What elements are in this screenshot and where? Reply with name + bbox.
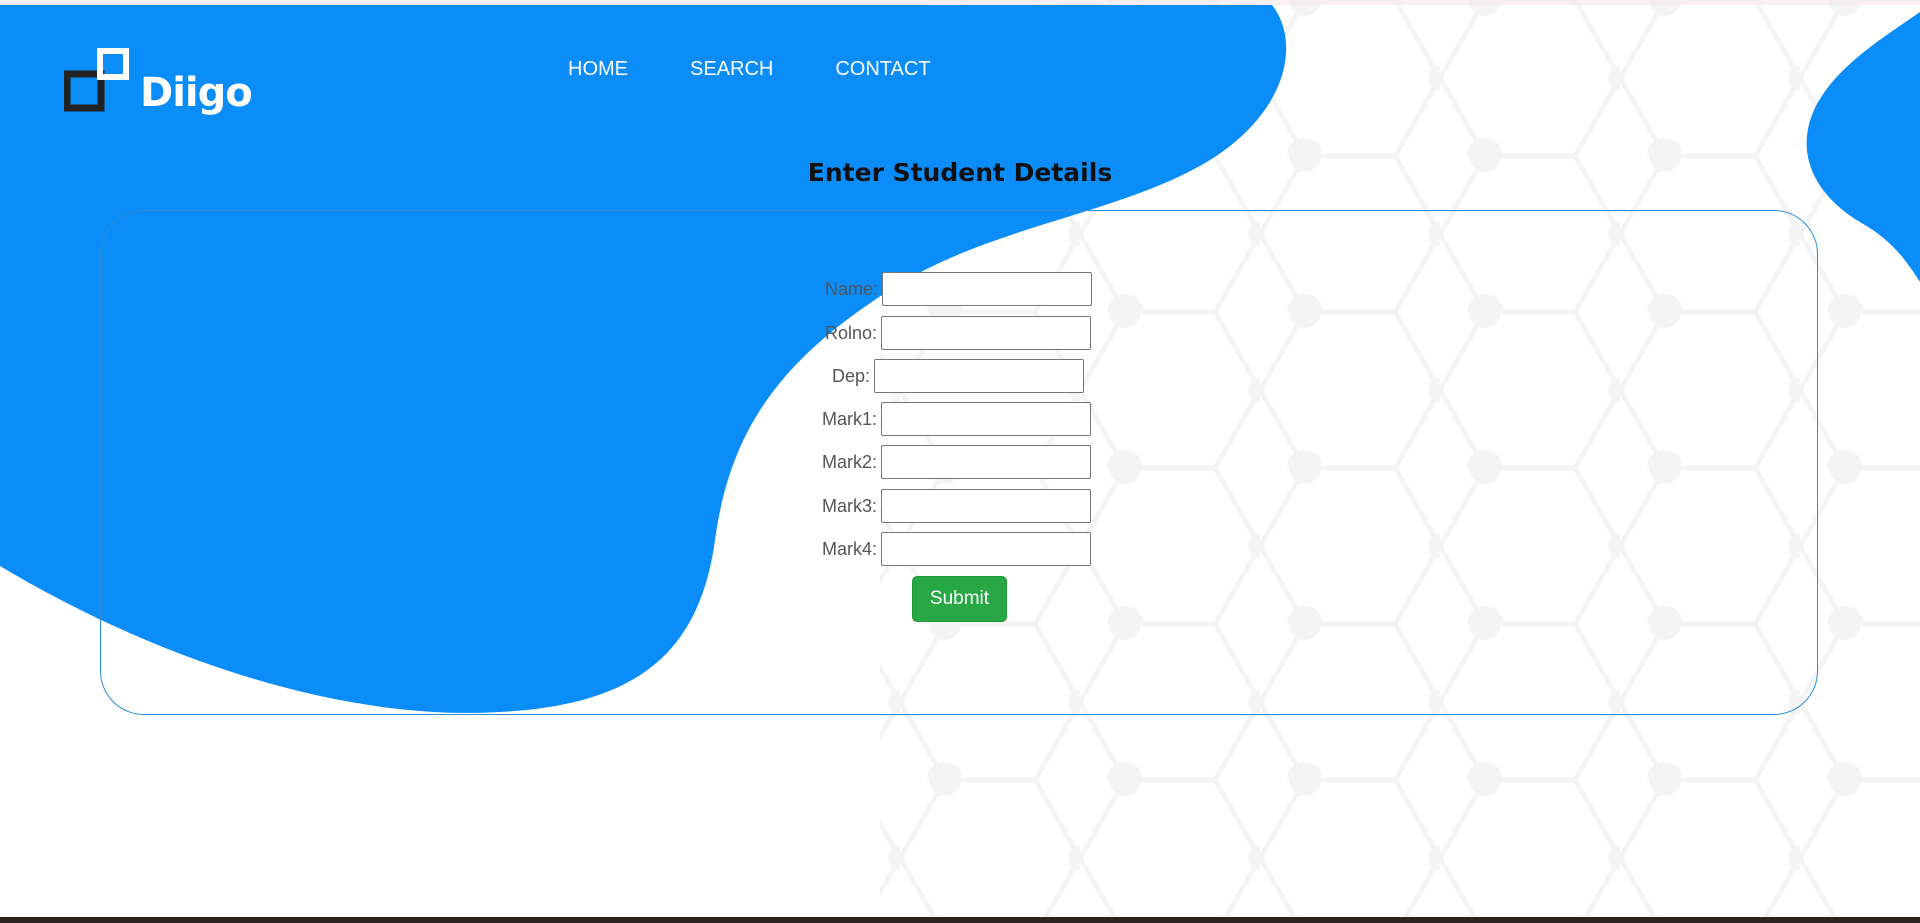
squares-logo-icon <box>64 48 129 112</box>
form-row-rolno: Rolno: <box>825 316 1092 350</box>
form-row-mark1: Mark1: <box>822 402 1092 436</box>
mark4-input[interactable] <box>881 532 1092 566</box>
submit-button[interactable]: Submit <box>912 576 1007 622</box>
main-nav: HOME SEARCH CONTACT <box>568 58 931 81</box>
nav-search[interactable]: SEARCH <box>690 58 773 81</box>
dep-input[interactable] <box>874 359 1085 393</box>
form-row-name: Name: <box>825 272 1093 306</box>
page-title-text: Enter Student Details <box>807 158 1113 187</box>
mark2-label: Mark2: <box>822 451 878 472</box>
form-row-dep: Dep: <box>832 359 1085 393</box>
name-label: Name: <box>825 278 879 299</box>
mark2-input[interactable] <box>881 445 1092 479</box>
rolno-input[interactable] <box>881 316 1092 350</box>
bottom-bar <box>0 917 1920 923</box>
brand-logo[interactable]: Diigo <box>64 48 254 120</box>
brand-name: Diigo <box>140 70 253 116</box>
page-title: Enter Student Details <box>0 158 1920 187</box>
mark4-label: Mark4: <box>822 538 878 559</box>
dep-label: Dep: <box>832 365 871 386</box>
rolno-label: Rolno: <box>825 322 878 343</box>
form-row-mark4: Mark4: <box>822 532 1092 566</box>
mark3-label: Mark3: <box>822 495 878 516</box>
nav-home[interactable]: HOME <box>568 58 628 81</box>
mark1-input[interactable] <box>881 402 1092 436</box>
mark1-label: Mark1: <box>822 408 878 429</box>
mark3-input[interactable] <box>881 489 1092 523</box>
form-row-mark3: Mark3: <box>822 489 1092 523</box>
form-row-mark2: Mark2: <box>822 445 1092 479</box>
name-input[interactable] <box>882 272 1093 306</box>
nav-contact[interactable]: CONTACT <box>835 58 930 81</box>
